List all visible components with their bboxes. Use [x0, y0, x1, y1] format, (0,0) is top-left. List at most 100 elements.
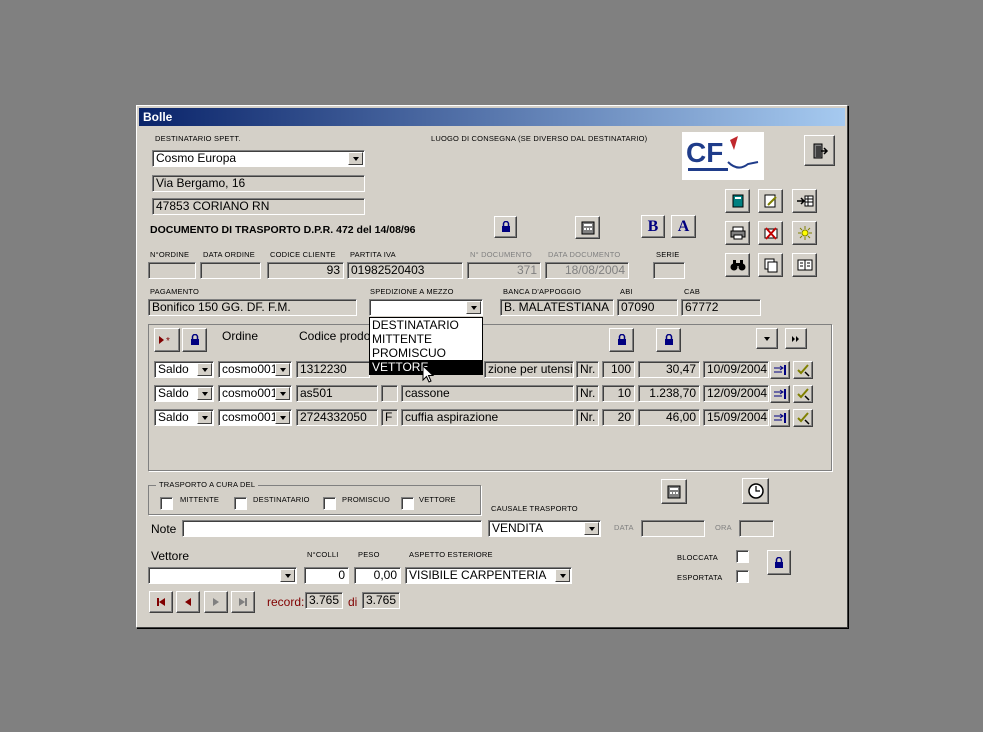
row-data-field[interactable]: 12/09/2004	[703, 385, 769, 402]
row-descrizione-field[interactable]: cassone	[401, 385, 574, 402]
vettore-dropdown-button[interactable]	[280, 569, 295, 582]
calculator2-button[interactable]	[661, 479, 687, 504]
row-ordine-dropdown-button[interactable]	[275, 411, 290, 424]
row-check-button[interactable]	[793, 409, 813, 427]
row-um-field[interactable]: Nr.	[576, 385, 599, 402]
row-ordine-combo[interactable]: cosmo001	[218, 409, 292, 426]
aspetto-dropdown-button[interactable]	[555, 569, 570, 582]
abi-field[interactable]: 07090	[617, 299, 678, 316]
vettore-checkbox[interactable]	[401, 497, 414, 510]
row-data-field[interactable]: 10/09/2004	[703, 361, 769, 378]
row-check-button[interactable]	[793, 361, 813, 379]
row-um-field[interactable]: Nr.	[576, 409, 599, 426]
mittente-checkbox[interactable]	[160, 497, 173, 510]
search-button[interactable]	[725, 253, 750, 277]
row-transfer-button[interactable]	[770, 385, 790, 403]
row-ordine-dropdown-button[interactable]	[275, 387, 290, 400]
n-documento-field[interactable]: 371	[467, 262, 541, 279]
causale-dropdown-button[interactable]	[584, 522, 599, 535]
lock-total-button[interactable]	[656, 328, 681, 352]
row-codice-field[interactable]: 2724332050	[296, 409, 378, 426]
row-tipo-dropdown-button[interactable]	[197, 411, 212, 424]
data-documento-field[interactable]: 18/08/2004	[545, 262, 629, 279]
view-button[interactable]	[792, 253, 817, 277]
row-ordine-combo[interactable]: cosmo001	[218, 385, 292, 402]
scroll-down-button[interactable]	[756, 328, 778, 349]
row-qta-field[interactable]: 20	[602, 409, 635, 426]
note-field[interactable]	[182, 520, 482, 537]
row-codice-field[interactable]: as501	[296, 385, 378, 402]
banca-field[interactable]: B. MALATESTIANA	[500, 299, 614, 316]
row-um-field[interactable]: Nr.	[576, 361, 599, 378]
row-tipo-combo[interactable]: Saldo	[154, 385, 214, 402]
clock-button[interactable]	[742, 478, 769, 504]
copy-button[interactable]	[758, 253, 783, 277]
aspetto-combo[interactable]: VISIBILE CARPENTERIA	[405, 567, 572, 584]
insert-record-button[interactable]	[792, 189, 817, 213]
book-button[interactable]	[725, 189, 750, 213]
new-row-button[interactable]: *	[154, 328, 180, 352]
fast-forward-button[interactable]	[785, 328, 807, 349]
causale-combo[interactable]: VENDITA	[488, 520, 601, 537]
prev-record-button[interactable]	[176, 591, 200, 613]
lock-doc-button[interactable]	[494, 216, 517, 238]
lock-price-button[interactable]	[609, 328, 634, 352]
row-prezzo-field[interactable]: 30,47	[638, 361, 700, 378]
row-data-field[interactable]: 15/09/2004	[703, 409, 769, 426]
lock-bolla-button[interactable]	[767, 550, 791, 575]
dropdown-option-promiscuo[interactable]: PROMISCUO	[370, 346, 482, 360]
row-transfer-button[interactable]	[770, 409, 790, 427]
row-tipo-combo[interactable]: Saldo	[154, 361, 214, 378]
exit-button[interactable]	[804, 135, 835, 166]
data-ordine-field[interactable]	[200, 262, 261, 279]
first-record-button[interactable]	[149, 591, 173, 613]
codice-cliente-field[interactable]: 93	[267, 262, 344, 279]
destinatario-checkbox[interactable]	[234, 497, 247, 510]
spedizione-dropdown-button[interactable]	[466, 301, 481, 314]
dropdown-option-mittente[interactable]: MITTENTE	[370, 332, 482, 346]
cab-field[interactable]: 67772	[681, 299, 761, 316]
row-transfer-button[interactable]	[770, 361, 790, 379]
row-qta-field[interactable]: 10	[602, 385, 635, 402]
window-titlebar[interactable]: Bolle	[139, 108, 845, 126]
edit-doc-button[interactable]	[758, 189, 783, 213]
ordine-field[interactable]	[148, 262, 196, 279]
destinatario-dropdown-button[interactable]	[348, 152, 363, 165]
row-descrizione-field[interactable]: cuffia aspirazione	[401, 409, 574, 426]
bloccata-checkbox[interactable]	[736, 550, 749, 563]
partita-iva-field[interactable]: 01982520403	[347, 262, 463, 279]
row-tipo-dropdown-button[interactable]	[197, 363, 212, 376]
address-line2-field[interactable]: 47853 CORIANO RN	[152, 198, 365, 215]
row-qta-field[interactable]: 100	[602, 361, 635, 378]
row-tipo-dropdown-button[interactable]	[197, 387, 212, 400]
calculator-button[interactable]	[575, 216, 600, 239]
row-prezzo-field[interactable]: 1.238,70	[638, 385, 700, 402]
vettore-combo[interactable]	[148, 567, 297, 584]
row-flag-field[interactable]	[381, 385, 398, 402]
new-button[interactable]	[792, 221, 817, 245]
lock-rows-button[interactable]	[182, 328, 207, 352]
row-ordine-combo[interactable]: cosmo001	[218, 361, 292, 378]
row-check-button[interactable]	[793, 385, 813, 403]
colli-field[interactable]: 0	[304, 567, 349, 584]
promiscuo-checkbox[interactable]	[323, 497, 336, 510]
row-codice-field[interactable]: 1312230	[296, 361, 370, 378]
row-flag-field[interactable]: F	[381, 409, 398, 426]
ora-field[interactable]	[739, 520, 774, 537]
last-record-button[interactable]	[231, 591, 255, 613]
row-prezzo-field[interactable]: 46,00	[638, 409, 700, 426]
next-record-button[interactable]	[204, 591, 228, 613]
delete-button[interactable]	[758, 221, 783, 245]
destinatario-combo[interactable]: Cosmo Europa	[152, 150, 365, 167]
print-button[interactable]	[725, 221, 750, 245]
pagamento-field[interactable]: Bonifico 150 GG. DF. F.M.	[148, 299, 357, 316]
row-ordine-dropdown-button[interactable]	[275, 363, 290, 376]
data-trasporto-field[interactable]	[641, 520, 705, 537]
dropdown-option-destinatario[interactable]: DESTINATARIO	[370, 318, 482, 332]
peso-field[interactable]: 0,00	[354, 567, 401, 584]
esportata-checkbox[interactable]	[736, 570, 749, 583]
row-descrizione-field[interactable]: zione per utensile d	[484, 361, 574, 378]
row-tipo-combo[interactable]: Saldo	[154, 409, 214, 426]
a-button[interactable]: A	[671, 215, 696, 238]
spedizione-combo[interactable]	[369, 299, 483, 316]
